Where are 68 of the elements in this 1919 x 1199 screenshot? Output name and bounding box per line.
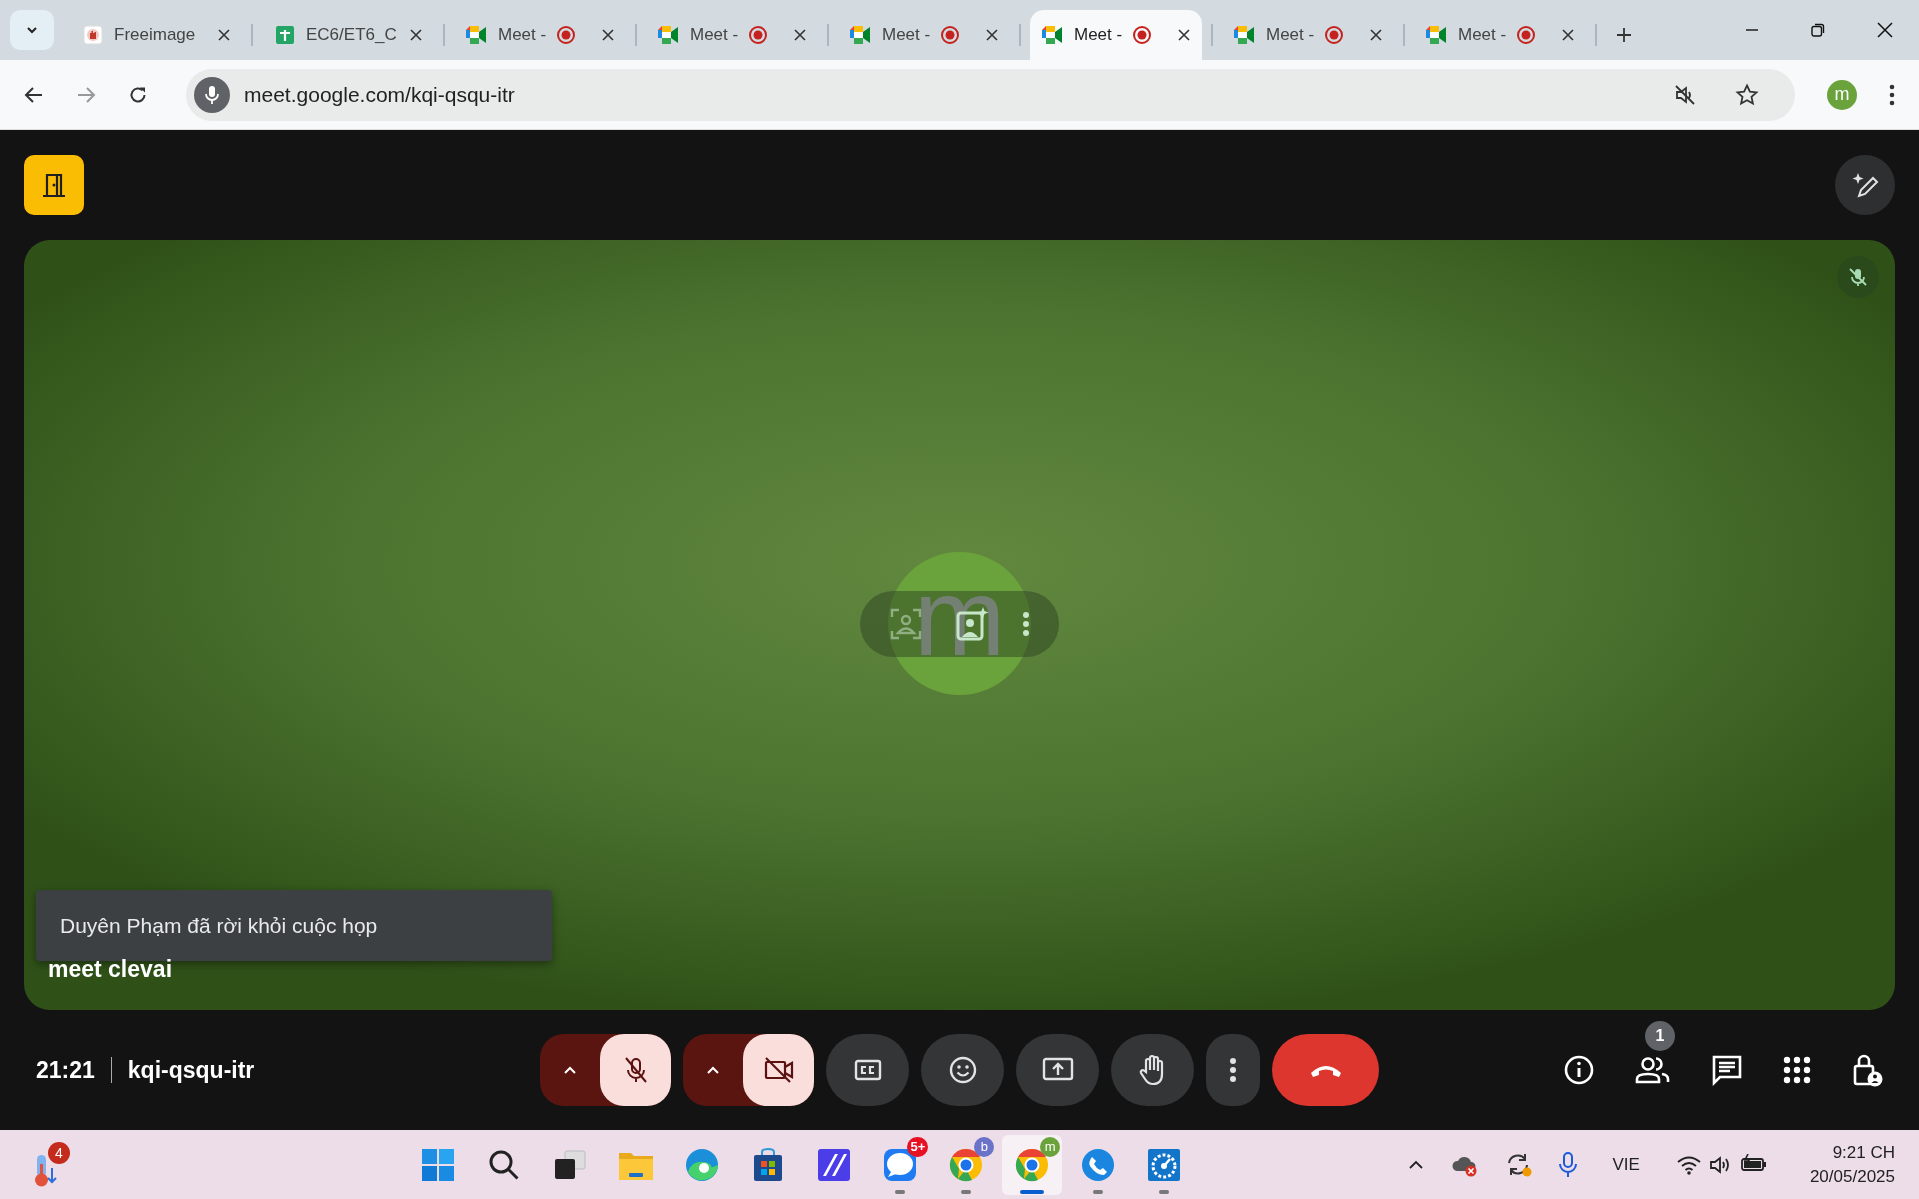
microphone-icon[interactable]: [1558, 1151, 1577, 1178]
clock-date[interactable]: 20/05/2025: [1809, 1166, 1895, 1187]
search-icon: [488, 1148, 521, 1181]
microphone-icon[interactable]: [194, 76, 230, 113]
battery-charging-icon[interactable]: [1739, 1153, 1768, 1174]
toast-message: Duyên Phạm đã rời khỏi cuộc họp: [60, 913, 378, 938]
muted-speaker-icon[interactable]: [1673, 82, 1697, 107]
hand-icon: [82, 25, 104, 45]
taskbar-app[interactable]: 5+: [870, 1134, 931, 1195]
meeting-code: kqi-qsqu-itr: [127, 1056, 255, 1084]
notification-badge: 5+: [907, 1136, 929, 1157]
profile-badge: m: [1040, 1136, 1061, 1157]
chat-icon[interactable]: [1711, 1054, 1743, 1086]
participant-count-badge: 1: [1645, 1021, 1675, 1051]
wave-circle-icon: [685, 1147, 720, 1182]
close-icon[interactable]: [1370, 29, 1382, 41]
microphone-control[interactable]: [540, 1034, 671, 1106]
video-camera-icon: [1426, 25, 1448, 45]
windows-logo-icon: [421, 1147, 456, 1182]
reload-icon[interactable]: [128, 84, 148, 105]
captions-icon: [853, 1059, 882, 1081]
shopping-bag-icon: [752, 1147, 785, 1182]
close-icon[interactable]: [1877, 22, 1893, 38]
host-lock-icon[interactable]: [1851, 1053, 1883, 1087]
muted-microphone-icon[interactable]: [600, 1034, 671, 1106]
plus-icon: [1616, 27, 1632, 43]
slash-tile-icon: [817, 1147, 852, 1182]
close-icon[interactable]: [1178, 29, 1190, 41]
present-screen-icon: [1041, 1057, 1074, 1083]
gauge-icon: [1147, 1147, 1182, 1182]
forward-arrow-icon[interactable]: [76, 84, 96, 105]
video-camera-icon: [1234, 25, 1256, 45]
taskbar-app[interactable]: b: [936, 1134, 997, 1195]
meeting-time: 21:21: [36, 1056, 95, 1084]
smiley-icon: [947, 1055, 978, 1085]
leave-door-button[interactable]: [24, 155, 84, 215]
notification-badge: 4: [48, 1141, 70, 1164]
video-camera-off-icon[interactable]: [743, 1034, 814, 1106]
spreadsheet-icon: [274, 25, 296, 45]
weather-widget[interactable]: 4: [30, 1141, 76, 1188]
info-icon[interactable]: [1563, 1054, 1595, 1086]
more-vertical-icon: [1229, 1057, 1237, 1083]
close-icon[interactable]: [794, 29, 806, 41]
more-vertical-icon[interactable]: [1889, 83, 1895, 106]
camera-control[interactable]: [683, 1034, 814, 1106]
video-camera-icon: [658, 25, 680, 45]
task-view-icon: [553, 1149, 588, 1180]
participant-name: meet clevai: [48, 956, 173, 983]
close-icon[interactable]: [602, 29, 614, 41]
close-icon[interactable]: [986, 29, 998, 41]
close-icon[interactable]: [218, 29, 230, 41]
address-field[interactable]: meet.google.com/kqi-qsqu-itr: [186, 68, 1795, 121]
video-camera-icon: [850, 25, 872, 45]
close-icon[interactable]: [1562, 29, 1574, 41]
more-options-button[interactable]: [1206, 1034, 1260, 1106]
apps-grid-icon[interactable]: [1783, 1056, 1811, 1084]
phone-icon: [1081, 1147, 1116, 1182]
input-language[interactable]: VIE: [1612, 1154, 1640, 1175]
close-icon[interactable]: [410, 29, 422, 41]
participant-avatar: m: [888, 552, 1031, 695]
restore-icon[interactable]: [1811, 23, 1825, 37]
video-camera-icon: [466, 25, 488, 45]
video-camera-icon: [1042, 25, 1064, 45]
clock-time[interactable]: 9:21 CH: [1832, 1142, 1895, 1163]
people-icon[interactable]: [1635, 1055, 1671, 1085]
star-icon[interactable]: [1735, 82, 1759, 107]
profile-badge: b: [974, 1136, 995, 1157]
back-arrow-icon[interactable]: [24, 84, 44, 105]
